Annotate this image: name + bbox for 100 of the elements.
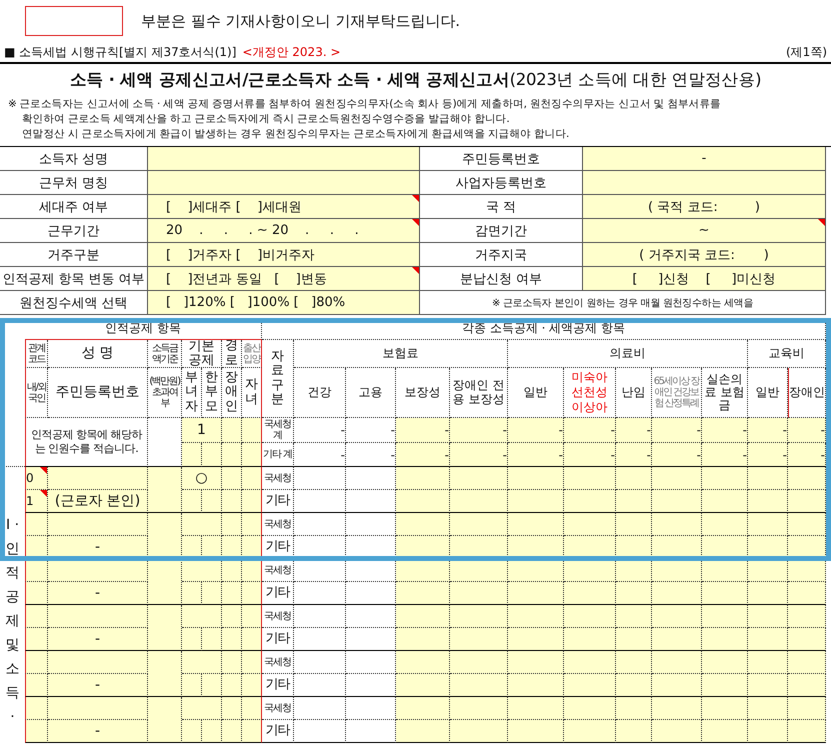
field-value[interactable]: [ ]120% [ ]100% [ ]80% bbox=[148, 291, 420, 315]
name-cell[interactable]: - bbox=[48, 674, 148, 697]
field-value[interactable]: [ ]신청 [ ]미신청 bbox=[583, 267, 826, 291]
table-cell bbox=[222, 490, 242, 513]
table-cell bbox=[616, 674, 652, 697]
amount-cell: - bbox=[508, 443, 564, 467]
name-cell[interactable]: - bbox=[48, 720, 148, 743]
table-cell bbox=[242, 674, 262, 697]
table-cell bbox=[564, 628, 616, 651]
table-cell bbox=[346, 628, 396, 651]
table-cell bbox=[346, 490, 396, 513]
table-cell bbox=[748, 674, 788, 697]
field-value[interactable]: [ ]세대주 [ ]세대원 bbox=[148, 195, 420, 219]
relation-code-cell[interactable] bbox=[25, 674, 48, 697]
table-cell bbox=[396, 559, 450, 582]
relation-code-cell[interactable] bbox=[25, 697, 48, 720]
table-cell bbox=[202, 490, 222, 513]
field-value[interactable]: ( 국적 코드: ) bbox=[583, 195, 826, 219]
summary-note: 인적공제 항목에 해당하는 인원수를 적습니다. bbox=[25, 418, 148, 467]
table-cell bbox=[182, 720, 202, 743]
column-header: 65세이상 장애인 건강보험 산정특례 bbox=[652, 368, 702, 418]
amount-cell: - bbox=[346, 418, 396, 443]
table-cell bbox=[294, 582, 346, 605]
basic-deduction-cell[interactable] bbox=[182, 605, 222, 628]
table-cell bbox=[788, 582, 826, 605]
column-header: 기본공제 bbox=[182, 340, 222, 368]
table-cell bbox=[202, 443, 222, 467]
relation-code-cell[interactable] bbox=[25, 582, 48, 605]
table-cell bbox=[508, 674, 564, 697]
field-label: 세대주 여부 bbox=[0, 195, 148, 219]
basic-deduction-cell[interactable]: ○ bbox=[182, 467, 222, 490]
amount-cell: - bbox=[652, 443, 702, 467]
relation-code-cell[interactable] bbox=[25, 513, 48, 536]
table-cell bbox=[222, 674, 242, 697]
table-cell bbox=[508, 651, 564, 674]
name-cell[interactable]: (근로자 본인) bbox=[48, 490, 148, 513]
table-cell bbox=[702, 467, 748, 490]
table-cell bbox=[242, 513, 262, 536]
table-cell bbox=[182, 628, 202, 651]
relation-code-cell[interactable] bbox=[25, 559, 48, 582]
table-cell bbox=[182, 490, 202, 513]
amount-cell: - bbox=[346, 443, 396, 467]
table-cell bbox=[652, 674, 702, 697]
table-cell bbox=[222, 628, 242, 651]
field-value[interactable]: [ ]전년과 동일 [ ]변동 bbox=[148, 267, 420, 291]
name-cell[interactable]: - bbox=[48, 582, 148, 605]
table-cell bbox=[788, 651, 826, 674]
table-cell bbox=[242, 628, 262, 651]
relation-code-cell[interactable] bbox=[25, 628, 48, 651]
table-cell bbox=[508, 628, 564, 651]
instruction-text: ※ 근로소득자는 신고서에 소득 · 세액 공제 증명서류를 첨부하여 원천징수의무자(소속 회사 등)에게 제출하며, 원천징수의무자는 신고서 및 첨부서류를 bbox=[8, 97, 722, 112]
table-cell bbox=[748, 651, 788, 674]
basic-deduction-cell[interactable] bbox=[182, 651, 222, 674]
relation-code-cell[interactable] bbox=[25, 720, 48, 743]
table-cell bbox=[652, 651, 702, 674]
table-cell bbox=[748, 490, 788, 513]
column-header: 성 명 bbox=[48, 340, 148, 368]
table-cell bbox=[294, 467, 346, 490]
table-cell bbox=[450, 674, 508, 697]
instruction-text: 확인하여 근로소득 세액계산을 하고 근로소득자에게 즉시 근로소득원천징수영수증을 발급해야 합니다. bbox=[21, 112, 510, 127]
column-header: 관계코드 bbox=[25, 340, 48, 368]
table-cell bbox=[222, 467, 242, 490]
table-cell bbox=[148, 559, 182, 605]
relation-code-cell[interactable]: 1 bbox=[25, 490, 48, 513]
column-header: 자료구분 bbox=[262, 340, 294, 418]
name-cell[interactable]: - bbox=[48, 628, 148, 651]
table-cell bbox=[788, 628, 826, 651]
table-cell bbox=[396, 628, 450, 651]
amount-cell: - bbox=[652, 418, 702, 443]
column-header: 보험료 bbox=[294, 340, 508, 368]
table-cell bbox=[182, 674, 202, 697]
field-value[interactable] bbox=[148, 147, 420, 171]
table-cell bbox=[242, 467, 262, 490]
source-label: 기타 bbox=[262, 720, 294, 743]
table-cell bbox=[202, 628, 222, 651]
source-label: 국세청 bbox=[262, 651, 294, 674]
table-cell bbox=[346, 559, 396, 582]
field-value[interactable]: ~ bbox=[583, 219, 826, 243]
field-value[interactable]: [ ]거주자 [ ]비거주자 bbox=[148, 243, 420, 267]
table-cell bbox=[294, 490, 346, 513]
relation-code-cell[interactable] bbox=[25, 605, 48, 628]
field-value[interactable]: - bbox=[583, 147, 826, 171]
table-cell bbox=[346, 582, 396, 605]
source-label: 국세청계 bbox=[262, 418, 294, 443]
basic-deduction-cell[interactable] bbox=[182, 697, 222, 720]
table-cell bbox=[788, 467, 826, 490]
basic-deduction-cell[interactable] bbox=[182, 513, 222, 536]
table-cell bbox=[748, 720, 788, 743]
field-label: 주민등록번호 bbox=[420, 147, 583, 171]
table-cell bbox=[508, 605, 564, 628]
field-value[interactable] bbox=[148, 171, 420, 195]
table-cell bbox=[346, 513, 396, 536]
field-value[interactable]: 20 . . . ~ 20 . . . bbox=[148, 219, 420, 243]
table-cell bbox=[748, 628, 788, 651]
table-cell bbox=[616, 720, 652, 743]
relation-code-cell[interactable] bbox=[25, 651, 48, 674]
table-cell bbox=[508, 490, 564, 513]
field-value[interactable] bbox=[583, 171, 826, 195]
field-value[interactable]: ( 거주지국 코드: ) bbox=[583, 243, 826, 267]
relation-code-cell[interactable]: 0 bbox=[25, 467, 48, 490]
